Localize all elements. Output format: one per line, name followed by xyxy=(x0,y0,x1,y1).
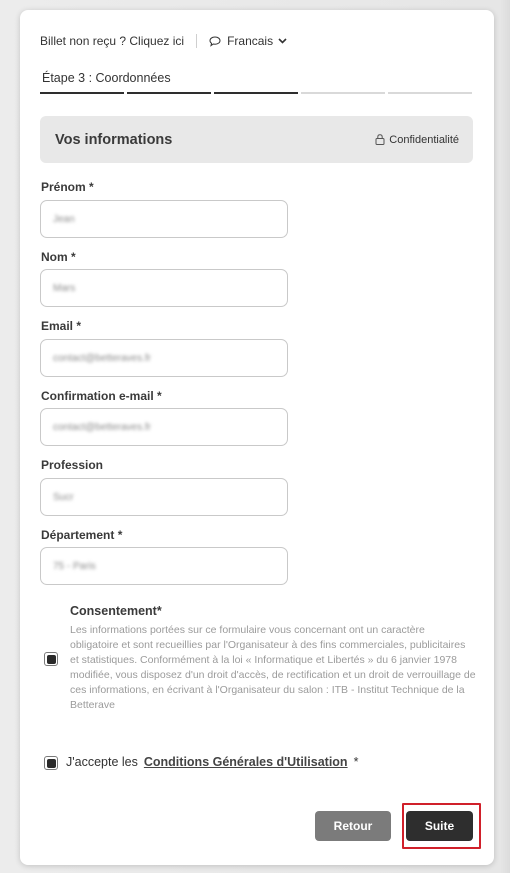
step-progress xyxy=(40,92,472,94)
firstname-value: Jean xyxy=(53,213,75,225)
language-selector[interactable]: Francais xyxy=(209,34,287,48)
cgu-check-mark xyxy=(46,758,56,768)
step-segment-5 xyxy=(388,92,472,94)
privacy-link[interactable]: Confidentialité xyxy=(375,134,459,146)
email-confirm-input[interactable]: contact@betteraves.fr xyxy=(40,408,288,446)
step-segment-2 xyxy=(127,92,211,94)
section-header: Vos informations Confidentialité xyxy=(40,116,473,163)
email-confirm-label: Confirmation e-mail * xyxy=(41,389,162,403)
consent-check-mark xyxy=(46,654,56,664)
cgu-checkbox[interactable] xyxy=(44,756,58,770)
next-button[interactable]: Suite xyxy=(406,811,473,841)
email-label: Email * xyxy=(41,319,82,333)
top-bar: Billet non reçu ? Cliquez ici Francais xyxy=(40,32,287,50)
chevron-down-icon xyxy=(278,38,287,44)
email-input[interactable]: contact@betteraves.fr xyxy=(40,339,288,377)
privacy-label: Confidentialité xyxy=(389,133,459,146)
cgu-prefix: J'accepte les xyxy=(66,755,138,769)
ticket-not-received-link[interactable]: Billet non reçu ? Cliquez ici xyxy=(40,34,184,48)
consent-title: Consentement* xyxy=(70,604,162,618)
consent-text: Les informations portées sur ce formulai… xyxy=(70,624,476,711)
cgu-link[interactable]: Conditions Générales d'Utilisation xyxy=(144,755,348,769)
profession-value: Sucr xyxy=(53,491,74,503)
department-label: Département * xyxy=(41,528,123,542)
profession-input[interactable]: Sucr xyxy=(40,478,288,516)
section-title: Vos informations xyxy=(55,131,173,148)
step-label: Étape 3 : Coordonnées xyxy=(42,71,171,85)
step-segment-1 xyxy=(40,92,124,94)
back-button[interactable]: Retour xyxy=(315,811,391,841)
lastname-label: Nom * xyxy=(41,250,76,264)
department-select[interactable]: 75 - Paris xyxy=(40,547,288,585)
topbar-divider xyxy=(196,34,198,48)
registration-card: Billet non reçu ? Cliquez ici Francais É… xyxy=(20,10,494,865)
chat-bubble-icon xyxy=(209,35,221,47)
consent-checkbox[interactable] xyxy=(44,652,58,666)
language-label: Francais xyxy=(227,34,274,48)
lastname-input[interactable]: Mars xyxy=(40,269,288,307)
cgu-line: J'accepte les Conditions Générales d'Uti… xyxy=(66,755,358,769)
cgu-required-mark: * xyxy=(353,755,359,769)
email-confirm-value: contact@betteraves.fr xyxy=(53,421,151,433)
step-segment-4 xyxy=(301,92,385,94)
email-value: contact@betteraves.fr xyxy=(53,352,151,364)
department-value: 75 - Paris xyxy=(53,560,96,572)
firstname-label: Prénom * xyxy=(41,180,94,194)
profession-label: Profession xyxy=(41,458,104,472)
firstname-input[interactable]: Jean xyxy=(40,200,288,238)
lock-icon xyxy=(375,134,385,145)
step-segment-3 xyxy=(214,92,298,94)
lastname-value: Mars xyxy=(53,282,76,294)
